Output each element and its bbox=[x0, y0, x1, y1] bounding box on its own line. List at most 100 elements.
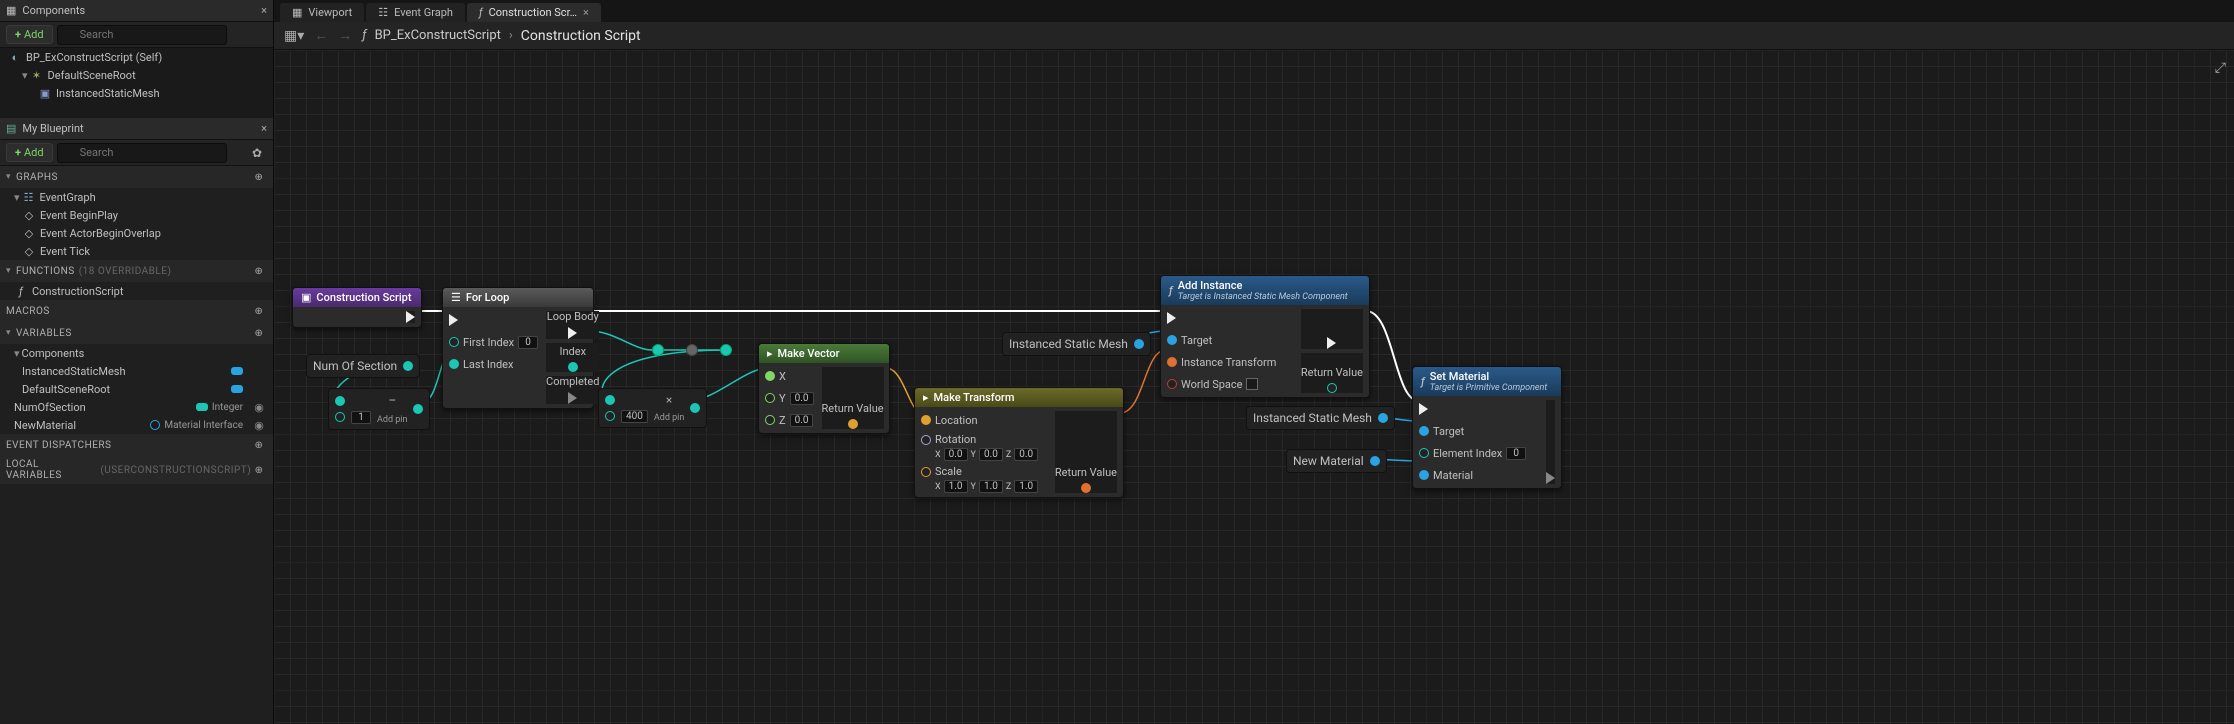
close-icon[interactable]: × bbox=[583, 6, 589, 19]
float-pin[interactable] bbox=[765, 371, 775, 381]
pin-value[interactable]: 0.0 bbox=[790, 414, 814, 427]
pin-value[interactable]: 400 bbox=[621, 410, 648, 423]
vector-pin[interactable] bbox=[921, 467, 931, 477]
section-local-variables[interactable]: LOCAL VARIABLES (USERCONSTRUCTIONSCRIPT)… bbox=[0, 456, 273, 484]
float-pin[interactable] bbox=[765, 415, 775, 425]
node-add-instance[interactable]: ƒ Add Instance Target is Instanced Stati… bbox=[1160, 275, 1370, 398]
int-pin[interactable] bbox=[449, 359, 459, 369]
components-search-input[interactable] bbox=[57, 25, 227, 45]
add-macro-button[interactable]: ⊕ bbox=[251, 303, 267, 319]
add-blueprint-button[interactable]: + Add bbox=[6, 143, 53, 162]
exec-out-pin[interactable] bbox=[1546, 472, 1555, 484]
node-subtract[interactable]: 1 − Add pin bbox=[328, 388, 430, 430]
var-num-of-section[interactable]: NumOfSection Integer ◉ bbox=[0, 398, 273, 416]
pin-value[interactable]: 1.0 bbox=[979, 480, 1003, 493]
blueprint-search-input[interactable] bbox=[57, 143, 227, 163]
object-out-pin[interactable] bbox=[1378, 413, 1388, 423]
tree-item-self[interactable]: ◐ BP_ExConstructScript (Self) bbox=[0, 48, 273, 66]
add-pin-button[interactable]: Add pin bbox=[377, 415, 407, 425]
nav-forward-button[interactable]: → bbox=[338, 27, 352, 44]
var-default-scene-root[interactable]: DefaultSceneRoot bbox=[0, 380, 273, 398]
breadcrumb-parent[interactable]: BP_ExConstructScript bbox=[375, 28, 501, 43]
add-pin-button[interactable]: Add pin bbox=[654, 413, 684, 423]
rotator-pin[interactable] bbox=[921, 435, 931, 445]
node-var-num-of-section[interactable]: Num Of Section bbox=[306, 354, 420, 378]
event-begin-play[interactable]: ◇ Event BeginPlay bbox=[0, 206, 273, 224]
reroute-node[interactable] bbox=[720, 344, 732, 356]
add-function-button[interactable]: ⊕ bbox=[251, 263, 267, 279]
object-pin[interactable] bbox=[1419, 426, 1429, 436]
exec-out-pin[interactable] bbox=[568, 392, 577, 404]
node-var-instanced-static-mesh[interactable]: Instanced Static Mesh bbox=[1002, 332, 1151, 356]
pin-value[interactable]: 0.0 bbox=[979, 448, 1003, 461]
node-var-instanced-static-mesh[interactable]: Instanced Static Mesh bbox=[1246, 406, 1395, 430]
close-icon[interactable]: × bbox=[261, 122, 267, 135]
expand-icon[interactable]: ⤢ bbox=[2215, 60, 2226, 76]
transform-out-pin[interactable] bbox=[1081, 483, 1091, 493]
bool-checkbox[interactable] bbox=[1246, 378, 1258, 390]
function-construction-script[interactable]: ƒ ConstructionScript bbox=[0, 282, 273, 300]
nav-back-button[interactable]: ← bbox=[314, 27, 328, 44]
add-local-var-button[interactable]: ⊕ bbox=[251, 462, 267, 478]
pin-value[interactable]: 0.0 bbox=[944, 448, 968, 461]
object-out-pin[interactable] bbox=[1370, 456, 1380, 466]
int-out-pin[interactable] bbox=[403, 361, 413, 371]
int-in-pin[interactable] bbox=[605, 395, 615, 405]
section-functions[interactable]: ▾ FUNCTIONS (18 OVERRIDABLE) ⊕ bbox=[0, 260, 273, 282]
int-in-pin[interactable] bbox=[335, 396, 345, 406]
eye-icon[interactable]: ◉ bbox=[251, 401, 267, 414]
gear-icon[interactable]: ✿ bbox=[247, 143, 267, 163]
section-macros[interactable]: MACROS ⊕ bbox=[0, 300, 273, 322]
exec-in-pin[interactable] bbox=[1419, 403, 1428, 415]
section-event-dispatchers[interactable]: EVENT DISPATCHERS ⊕ bbox=[0, 434, 273, 456]
var-new-material[interactable]: NewMaterial Material Interface ◉ bbox=[0, 416, 273, 434]
exec-in-pin[interactable] bbox=[449, 314, 458, 326]
pin-value[interactable]: 1.0 bbox=[944, 480, 968, 493]
pin-value[interactable]: 0 bbox=[1506, 447, 1526, 460]
tab-construction-script[interactable]: ƒ Construction Scr… × bbox=[467, 3, 601, 22]
components-tab[interactable]: ▦ Components × bbox=[0, 0, 273, 22]
node-make-vector[interactable]: ▸ Make Vector X Y0.0 Z0.0 Return Value bbox=[758, 343, 890, 434]
node-for-loop[interactable]: ☰ For Loop First Index 0 Last Index bbox=[442, 287, 594, 409]
tree-item-instanced-static-mesh[interactable]: ▣ InstancedStaticMesh bbox=[0, 84, 273, 102]
float-pin[interactable] bbox=[765, 393, 775, 403]
exec-out-pin[interactable] bbox=[1327, 337, 1336, 349]
pin-value[interactable]: 0.0 bbox=[1014, 448, 1038, 461]
close-icon[interactable]: × bbox=[261, 4, 267, 17]
exec-in-pin[interactable] bbox=[1167, 312, 1176, 324]
add-variable-button[interactable]: ⊕ bbox=[251, 325, 267, 341]
eye-icon[interactable]: ◉ bbox=[251, 419, 267, 432]
node-set-material[interactable]: ƒ Set Material Target is Primitive Compo… bbox=[1412, 366, 1562, 489]
int-pin[interactable] bbox=[449, 337, 459, 347]
var-group-components[interactable]: ▾ Components bbox=[0, 344, 273, 362]
tab-viewport[interactable]: ▦ Viewport bbox=[280, 3, 364, 22]
object-out-pin[interactable] bbox=[1134, 339, 1144, 349]
exec-out-pin[interactable] bbox=[406, 311, 415, 323]
vector-out-pin[interactable] bbox=[848, 419, 858, 429]
node-construction-script[interactable]: ▣ Construction Script bbox=[292, 287, 422, 328]
section-variables[interactable]: ▾ VARIABLES ⊕ bbox=[0, 322, 273, 344]
section-graphs[interactable]: ▾ GRAPHS ⊕ bbox=[0, 166, 273, 188]
graph-item-eventgraph[interactable]: ▾ ☷ EventGraph bbox=[0, 188, 273, 206]
int-out-pin[interactable] bbox=[690, 403, 700, 413]
add-component-button[interactable]: + Add bbox=[6, 25, 53, 44]
transform-pin[interactable] bbox=[1167, 357, 1177, 367]
object-pin[interactable] bbox=[1419, 470, 1429, 480]
event-tick[interactable]: ◇ Event Tick bbox=[0, 242, 273, 260]
tab-event-graph[interactable]: ☷ Event Graph bbox=[366, 3, 465, 22]
vector-pin[interactable] bbox=[921, 415, 931, 425]
int-out-pin[interactable] bbox=[413, 404, 423, 414]
pin-value[interactable]: 0.0 bbox=[790, 392, 814, 405]
add-graph-button[interactable]: ⊕ bbox=[251, 169, 267, 185]
pin-value[interactable]: 1 bbox=[351, 411, 371, 424]
int-out-pin[interactable] bbox=[568, 362, 578, 372]
bool-pin[interactable] bbox=[1167, 379, 1177, 389]
node-multiply[interactable]: 400 × Add pin bbox=[598, 388, 707, 428]
int-in-pin[interactable] bbox=[335, 412, 345, 422]
my-blueprint-tab[interactable]: ▤ My Blueprint × bbox=[0, 118, 273, 140]
int-pin[interactable] bbox=[1419, 448, 1429, 458]
nav-menu-button[interactable]: ▦▾ bbox=[284, 28, 304, 44]
object-pin[interactable] bbox=[1167, 335, 1177, 345]
event-actor-begin-overlap[interactable]: ◇ Event ActorBeginOverlap bbox=[0, 224, 273, 242]
tree-item-default-scene-root[interactable]: ▾ ✶ DefaultSceneRoot bbox=[0, 66, 273, 84]
